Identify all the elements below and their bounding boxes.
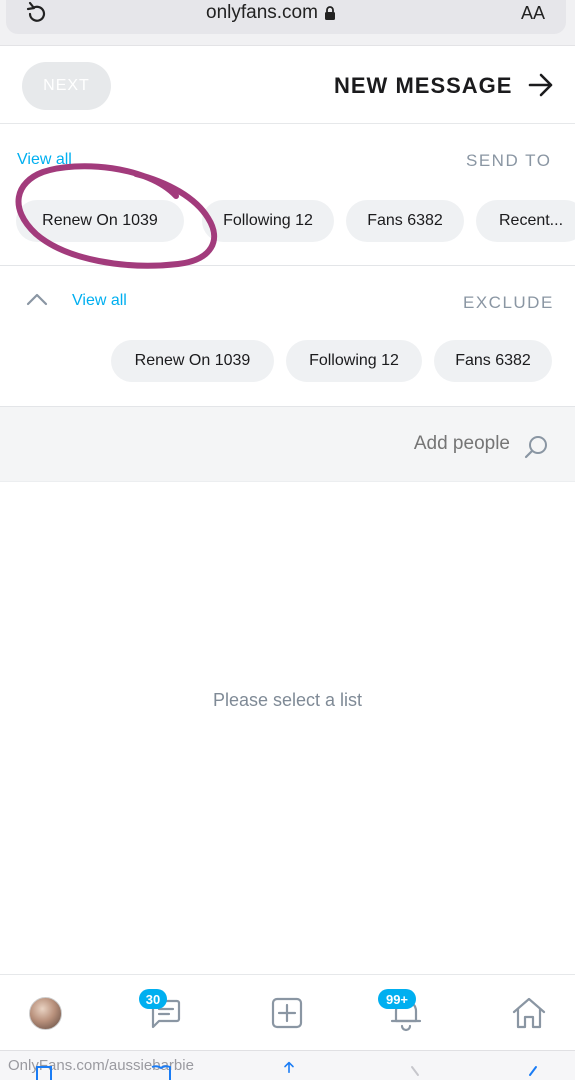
- empty-state-message: Please select a list: [212, 690, 363, 710]
- page-header: NEXT NEW MESSAGE: [0, 46, 575, 124]
- add-post-icon[interactable]: [267, 993, 307, 1033]
- domain-text: onlyfans.com: [206, 2, 318, 23]
- send-to-label: SEND TO: [466, 151, 552, 170]
- send-to-chip-fans[interactable]: Fans 6382: [346, 200, 464, 242]
- text-size-button[interactable]: AA: [521, 3, 545, 24]
- page-title: NEW MESSAGE: [334, 73, 513, 98]
- notifications-badge: 99+: [378, 989, 416, 1009]
- exclude-chip-renew[interactable]: Renew On 1039: [111, 340, 274, 382]
- lock-icon: [324, 6, 335, 20]
- send-to-view-all-link[interactable]: View all: [17, 151, 72, 169]
- search-icon: [524, 436, 547, 459]
- exclude-view-all-link[interactable]: View all: [72, 292, 127, 310]
- send-to-chip-renew[interactable]: Renew On 1039: [16, 200, 184, 242]
- exclude-chip-fans[interactable]: Fans 6382: [434, 340, 552, 382]
- forward-icon[interactable]: [404, 1065, 426, 1080]
- chevron-up-icon[interactable]: [26, 292, 48, 306]
- send-to-chip-recent[interactable]: Recent...: [476, 200, 575, 242]
- messages-badge: 30: [139, 989, 167, 1009]
- add-people-row: [0, 407, 575, 482]
- share-icon[interactable]: [278, 1061, 300, 1077]
- exclude-label: EXCLUDE: [463, 293, 554, 312]
- browser-url-bar: onlyfans.com AA: [0, 0, 575, 46]
- bottom-nav: 30 99+: [0, 974, 575, 1050]
- add-people-input[interactable]: [330, 431, 510, 457]
- tabs-icon[interactable]: [34, 1065, 56, 1080]
- send-to-chip-following[interactable]: Following 12: [202, 200, 334, 242]
- browser-bottom-bar: OnlyFans.com/aussiebarbie: [0, 1050, 575, 1080]
- back-arrow-icon[interactable]: [527, 72, 555, 98]
- home-icon[interactable]: [509, 993, 549, 1033]
- reload-icon[interactable]: [22, 0, 50, 28]
- profile-avatar[interactable]: [29, 997, 62, 1030]
- back-icon[interactable]: [524, 1065, 546, 1080]
- exclude-chip-following[interactable]: Following 12: [286, 340, 422, 382]
- address-domain[interactable]: onlyfans.com: [206, 2, 336, 24]
- next-button[interactable]: NEXT: [22, 62, 111, 110]
- bookmarks-icon[interactable]: [150, 1065, 172, 1080]
- section-divider: [0, 265, 575, 266]
